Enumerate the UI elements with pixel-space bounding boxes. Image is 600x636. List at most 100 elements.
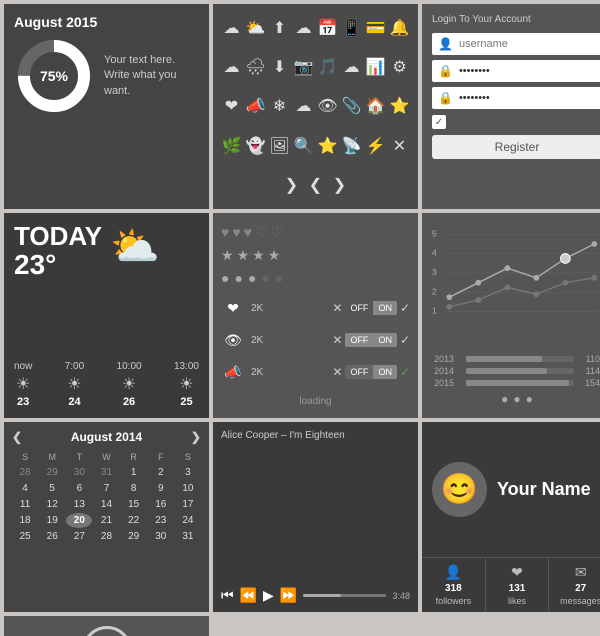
password2-field[interactable]: 🔒 ☑: [432, 87, 600, 109]
eye-toggle-row: 👁 2K ✕ OFF ON ✓: [221, 328, 410, 352]
like-x-button[interactable]: ✕: [332, 301, 342, 315]
weather-icon-main: ⛅: [110, 223, 160, 270]
cal-day-3[interactable]: 3: [175, 465, 201, 480]
next-button[interactable]: ⏩: [280, 587, 297, 604]
profile-nav-followers[interactable]: 👤 318 followers: [422, 558, 486, 612]
cal-day-28[interactable]: 28: [12, 465, 38, 480]
cal-day-20-today[interactable]: 20: [66, 513, 92, 528]
year-2013-label: 2013: [434, 354, 462, 364]
password-input[interactable]: [459, 65, 600, 77]
svg-text:75%: 75%: [40, 68, 69, 84]
player-controls: ⏮ ⏪ ▶ ⏩ 3:48: [221, 587, 410, 604]
cal-day-21[interactable]: 21: [93, 513, 119, 528]
circle-5: ●: [275, 270, 283, 286]
cal-day-12[interactable]: 12: [39, 497, 65, 512]
cal-day-26[interactable]: 26: [39, 529, 65, 544]
dot-2[interactable]: ●: [513, 392, 520, 406]
username-field[interactable]: 👤 ☑: [432, 33, 600, 55]
share-icon-box: 📣: [221, 360, 245, 384]
cal-day-17[interactable]: 17: [175, 497, 201, 512]
star-1: ★: [221, 247, 234, 264]
dot-1[interactable]: ●: [501, 392, 508, 406]
cal-day-27[interactable]: 27: [66, 529, 92, 544]
cal-day-5[interactable]: 5: [39, 481, 65, 496]
likes-count: 131: [509, 583, 526, 594]
icon-home: 🏠: [366, 96, 386, 116]
password2-input[interactable]: [459, 92, 600, 104]
loading-label: loading: [221, 396, 410, 407]
cal-day-24[interactable]: 24: [175, 513, 201, 528]
svg-text:2: 2: [432, 286, 437, 296]
cal-day-11[interactable]: 11: [12, 497, 38, 512]
cal-day-4[interactable]: 4: [12, 481, 38, 496]
eye-on-off[interactable]: OFF ON: [345, 333, 397, 347]
cal-day-23[interactable]: 23: [148, 513, 174, 528]
next-month-button[interactable]: ❯: [191, 430, 201, 444]
cal-day-13[interactable]: 13: [66, 497, 92, 512]
share-x-button[interactable]: ✕: [332, 365, 342, 379]
music-progress-bar[interactable]: [303, 594, 386, 597]
profile-top: 😊 Your Name: [422, 422, 600, 557]
share-toggle-row: 📣 2K ✕ OFF ON ✓: [221, 360, 410, 384]
cal-day-30[interactable]: 30: [66, 465, 92, 480]
icon-cloud2: ⛅: [246, 18, 266, 38]
hearts-row: ♥ ♥ ♥ ♡ ♡: [221, 224, 410, 241]
video-play-area[interactable]: ▶: [14, 626, 199, 636]
profile-name: Your Name: [497, 479, 591, 500]
cal-day-22[interactable]: 22: [121, 513, 147, 528]
icon-star: ⭐: [390, 96, 410, 116]
share-on-off[interactable]: OFF ON: [345, 365, 397, 379]
cal-day-31[interactable]: 31: [93, 465, 119, 480]
music-time: 3:48: [392, 591, 410, 601]
cal-day-16[interactable]: 16: [148, 497, 174, 512]
cal-day-2[interactable]: 2: [148, 465, 174, 480]
cal-day-15[interactable]: 15: [121, 497, 147, 512]
cal-day-31b[interactable]: 31: [175, 529, 201, 544]
star-4: ★: [268, 247, 281, 264]
cal-day-19[interactable]: 19: [39, 513, 65, 528]
prev-month-button[interactable]: ❮: [12, 430, 22, 444]
prev-button[interactable]: ⏪: [240, 587, 257, 604]
eye-x-button[interactable]: ✕: [332, 333, 342, 347]
lock-icon: 🔒: [438, 64, 453, 78]
password-field[interactable]: 🔒 ☑: [432, 60, 600, 82]
register-button[interactable]: Register: [432, 135, 600, 159]
rewind-button[interactable]: ⏮: [221, 587, 234, 604]
cal-day-29b[interactable]: 29: [121, 529, 147, 544]
agree-checkbox[interactable]: ✓: [432, 115, 446, 129]
cal-day-7[interactable]: 7: [93, 481, 119, 496]
followers-label: followers: [436, 596, 472, 606]
cal-day-25[interactable]: 25: [12, 529, 38, 544]
cal-day-28b[interactable]: 28: [93, 529, 119, 544]
play-video-button[interactable]: ▶: [82, 626, 132, 636]
donut-card: August 2015 75% Your text here. Write wh…: [4, 4, 209, 209]
donut-subtext: Your text here. Write what you want.: [104, 53, 199, 99]
like-toggle-buttons: ✕ OFF ON ✓: [332, 301, 410, 315]
icon-eye: 👁: [318, 96, 338, 116]
cal-day-9[interactable]: 9: [148, 481, 174, 496]
username-input[interactable]: [459, 38, 600, 50]
day-header-W: W: [93, 450, 119, 464]
cal-day-29[interactable]: 29: [39, 465, 65, 480]
play-button[interactable]: ▶: [263, 587, 274, 604]
cal-day-8[interactable]: 8: [121, 481, 147, 496]
cal-day-10[interactable]: 10: [175, 481, 201, 496]
circle-3: ●: [248, 270, 256, 286]
share-check: ✓: [400, 365, 410, 379]
cal-day-14[interactable]: 14: [93, 497, 119, 512]
cal-day-1[interactable]: 1: [121, 465, 147, 480]
cal-day-6[interactable]: 6: [66, 481, 92, 496]
cal-day-18[interactable]: 18: [12, 513, 38, 528]
like-on-off[interactable]: OFF ON: [345, 301, 397, 315]
profile-nav-likes[interactable]: ❤ 131 likes: [486, 558, 550, 612]
year-2014-row: 2014 114: [434, 366, 600, 376]
weather-card: TODAY 23° ⛅ now ☀ 23 7:00 ☀ 24 10:00 ☀ 2…: [4, 213, 209, 418]
dot-3[interactable]: ●: [526, 392, 533, 406]
profile-nav-messages[interactable]: ✉ 27 messages: [549, 558, 600, 612]
video-card: ▶ ⏮ ⏸ 3:48: [4, 616, 209, 636]
star-5: ★: [283, 247, 296, 264]
agree-row: ✓: [432, 115, 600, 129]
sun-icon-700: ☀: [67, 374, 81, 394]
cal-day-30b[interactable]: 30: [148, 529, 174, 544]
icon-chevron-right: ❯: [282, 175, 302, 195]
